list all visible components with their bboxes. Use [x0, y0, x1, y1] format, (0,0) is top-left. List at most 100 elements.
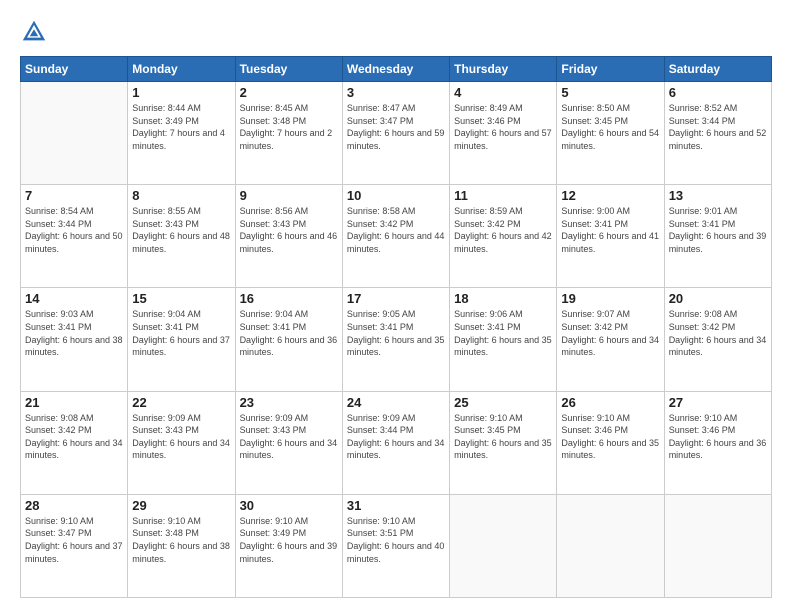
day-number: 31	[347, 498, 445, 513]
day-info: Sunrise: 9:10 AMSunset: 3:46 PMDaylight:…	[669, 412, 767, 462]
day-info: Sunrise: 8:44 AMSunset: 3:49 PMDaylight:…	[132, 102, 230, 152]
calendar-cell: 9 Sunrise: 8:56 AMSunset: 3:43 PMDaylight…	[235, 185, 342, 288]
calendar-cell: 18Sunrise: 9:06 AMSunset: 3:41 PMDayligh…	[450, 288, 557, 391]
day-info: Sunrise: 9:04 AMSunset: 3:41 PMDaylight:…	[240, 308, 338, 358]
weekday-header: Wednesday	[342, 57, 449, 82]
calendar-cell: 11 Sunrise: 8:59 AMSunset: 3:42 PMDayligh…	[450, 185, 557, 288]
calendar-cell: 5 Sunrise: 8:50 AMSunset: 3:45 PMDaylight…	[557, 82, 664, 185]
day-number: 6	[669, 85, 767, 100]
calendar-cell: 1 Sunrise: 8:44 AMSunset: 3:49 PMDaylight…	[128, 82, 235, 185]
day-info: Sunrise: 9:10 AMSunset: 3:49 PMDaylight:…	[240, 515, 338, 565]
day-info: Sunrise: 8:52 AMSunset: 3:44 PMDaylight:…	[669, 102, 767, 152]
calendar-cell: 26 Sunrise: 9:10 AMSunset: 3:46 PMDayligh…	[557, 391, 664, 494]
calendar-cell	[21, 82, 128, 185]
calendar-cell: 4 Sunrise: 8:49 AMSunset: 3:46 PMDaylight…	[450, 82, 557, 185]
calendar-week-row: 21 Sunrise: 9:08 AMSunset: 3:42 PMDayligh…	[21, 391, 772, 494]
day-number: 27	[669, 395, 767, 410]
day-number: 13	[669, 188, 767, 203]
day-number: 21	[25, 395, 123, 410]
day-info: Sunrise: 9:08 AMSunset: 3:42 PMDaylight:…	[669, 308, 767, 358]
calendar-cell: 16Sunrise: 9:04 AMSunset: 3:41 PMDayligh…	[235, 288, 342, 391]
day-info: Sunrise: 8:45 AMSunset: 3:48 PMDaylight:…	[240, 102, 338, 152]
calendar-cell: 19 Sunrise: 9:07 AMSunset: 3:42 PMDayligh…	[557, 288, 664, 391]
day-number: 25	[454, 395, 552, 410]
day-number: 28	[25, 498, 123, 513]
weekday-header: Monday	[128, 57, 235, 82]
day-number: 2	[240, 85, 338, 100]
day-info: Sunrise: 9:10 AMSunset: 3:46 PMDaylight:…	[561, 412, 659, 462]
calendar-week-row: 28 Sunrise: 9:10 AMSunset: 3:47 PMDayligh…	[21, 494, 772, 597]
calendar-cell: 13Sunrise: 9:01 AMSunset: 3:41 PMDayligh…	[664, 185, 771, 288]
day-number: 7	[25, 188, 123, 203]
weekday-header: Saturday	[664, 57, 771, 82]
day-number: 18	[454, 291, 552, 306]
logo	[20, 18, 52, 46]
day-info: Sunrise: 9:10 AMSunset: 3:45 PMDaylight:…	[454, 412, 552, 462]
day-info: Sunrise: 8:54 AMSunset: 3:44 PMDaylight:…	[25, 205, 123, 255]
day-number: 4	[454, 85, 552, 100]
day-info: Sunrise: 9:00 AMSunset: 3:41 PMDaylight:…	[561, 205, 659, 255]
day-info: Sunrise: 8:56 AMSunset: 3:43 PMDaylight:…	[240, 205, 338, 255]
day-info: Sunrise: 9:09 AMSunset: 3:43 PMDaylight:…	[240, 412, 338, 462]
day-info: Sunrise: 8:50 AMSunset: 3:45 PMDaylight:…	[561, 102, 659, 152]
day-number: 20	[669, 291, 767, 306]
calendar-cell: 24 Sunrise: 9:09 AMSunset: 3:44 PMDayligh…	[342, 391, 449, 494]
day-number: 11	[454, 188, 552, 203]
header	[20, 18, 772, 46]
calendar-cell: 10 Sunrise: 8:58 AMSunset: 3:42 PMDayligh…	[342, 185, 449, 288]
day-number: 30	[240, 498, 338, 513]
day-number: 26	[561, 395, 659, 410]
calendar-week-row: 1 Sunrise: 8:44 AMSunset: 3:49 PMDaylight…	[21, 82, 772, 185]
day-number: 5	[561, 85, 659, 100]
calendar-cell: 14Sunrise: 9:03 AMSunset: 3:41 PMDayligh…	[21, 288, 128, 391]
day-info: Sunrise: 9:09 AMSunset: 3:44 PMDaylight:…	[347, 412, 445, 462]
day-info: Sunrise: 9:04 AMSunset: 3:41 PMDaylight:…	[132, 308, 230, 358]
weekday-header: Tuesday	[235, 57, 342, 82]
calendar-cell	[557, 494, 664, 597]
calendar-cell	[664, 494, 771, 597]
day-number: 24	[347, 395, 445, 410]
calendar-cell: 29 Sunrise: 9:10 AMSunset: 3:48 PMDayligh…	[128, 494, 235, 597]
weekday-header: Friday	[557, 57, 664, 82]
day-number: 29	[132, 498, 230, 513]
day-info: Sunrise: 8:47 AMSunset: 3:47 PMDaylight:…	[347, 102, 445, 152]
calendar-cell: 15Sunrise: 9:04 AMSunset: 3:41 PMDayligh…	[128, 288, 235, 391]
calendar-week-row: 14Sunrise: 9:03 AMSunset: 3:41 PMDayligh…	[21, 288, 772, 391]
calendar-cell: 25 Sunrise: 9:10 AMSunset: 3:45 PMDayligh…	[450, 391, 557, 494]
day-number: 1	[132, 85, 230, 100]
calendar-table: SundayMondayTuesdayWednesdayThursdayFrid…	[20, 56, 772, 598]
day-info: Sunrise: 8:59 AMSunset: 3:42 PMDaylight:…	[454, 205, 552, 255]
day-number: 14	[25, 291, 123, 306]
calendar-cell: 28 Sunrise: 9:10 AMSunset: 3:47 PMDayligh…	[21, 494, 128, 597]
calendar-cell: 21 Sunrise: 9:08 AMSunset: 3:42 PMDayligh…	[21, 391, 128, 494]
day-info: Sunrise: 9:09 AMSunset: 3:43 PMDaylight:…	[132, 412, 230, 462]
calendar-cell: 23 Sunrise: 9:09 AMSunset: 3:43 PMDayligh…	[235, 391, 342, 494]
calendar-cell: 2 Sunrise: 8:45 AMSunset: 3:48 PMDaylight…	[235, 82, 342, 185]
calendar-cell: 20 Sunrise: 9:08 AMSunset: 3:42 PMDayligh…	[664, 288, 771, 391]
weekday-header: Thursday	[450, 57, 557, 82]
calendar-cell: 31Sunrise: 9:10 AMSunset: 3:51 PMDayligh…	[342, 494, 449, 597]
day-number: 12	[561, 188, 659, 203]
calendar-cell: 8 Sunrise: 8:55 AMSunset: 3:43 PMDaylight…	[128, 185, 235, 288]
day-number: 3	[347, 85, 445, 100]
day-info: Sunrise: 9:10 AMSunset: 3:47 PMDaylight:…	[25, 515, 123, 565]
day-number: 17	[347, 291, 445, 306]
calendar-cell	[450, 494, 557, 597]
calendar-cell: 17 Sunrise: 9:05 AMSunset: 3:41 PMDayligh…	[342, 288, 449, 391]
day-number: 9	[240, 188, 338, 203]
day-number: 19	[561, 291, 659, 306]
day-info: Sunrise: 8:58 AMSunset: 3:42 PMDaylight:…	[347, 205, 445, 255]
day-number: 22	[132, 395, 230, 410]
day-info: Sunrise: 8:55 AMSunset: 3:43 PMDaylight:…	[132, 205, 230, 255]
page: SundayMondayTuesdayWednesdayThursdayFrid…	[0, 0, 792, 612]
day-number: 23	[240, 395, 338, 410]
day-number: 10	[347, 188, 445, 203]
day-info: Sunrise: 9:05 AMSunset: 3:41 PMDaylight:…	[347, 308, 445, 358]
weekday-header: Sunday	[21, 57, 128, 82]
day-info: Sunrise: 9:10 AMSunset: 3:48 PMDaylight:…	[132, 515, 230, 565]
day-info: Sunrise: 9:08 AMSunset: 3:42 PMDaylight:…	[25, 412, 123, 462]
day-info: Sunrise: 8:49 AMSunset: 3:46 PMDaylight:…	[454, 102, 552, 152]
day-info: Sunrise: 9:07 AMSunset: 3:42 PMDaylight:…	[561, 308, 659, 358]
day-number: 8	[132, 188, 230, 203]
logo-icon	[20, 18, 48, 46]
